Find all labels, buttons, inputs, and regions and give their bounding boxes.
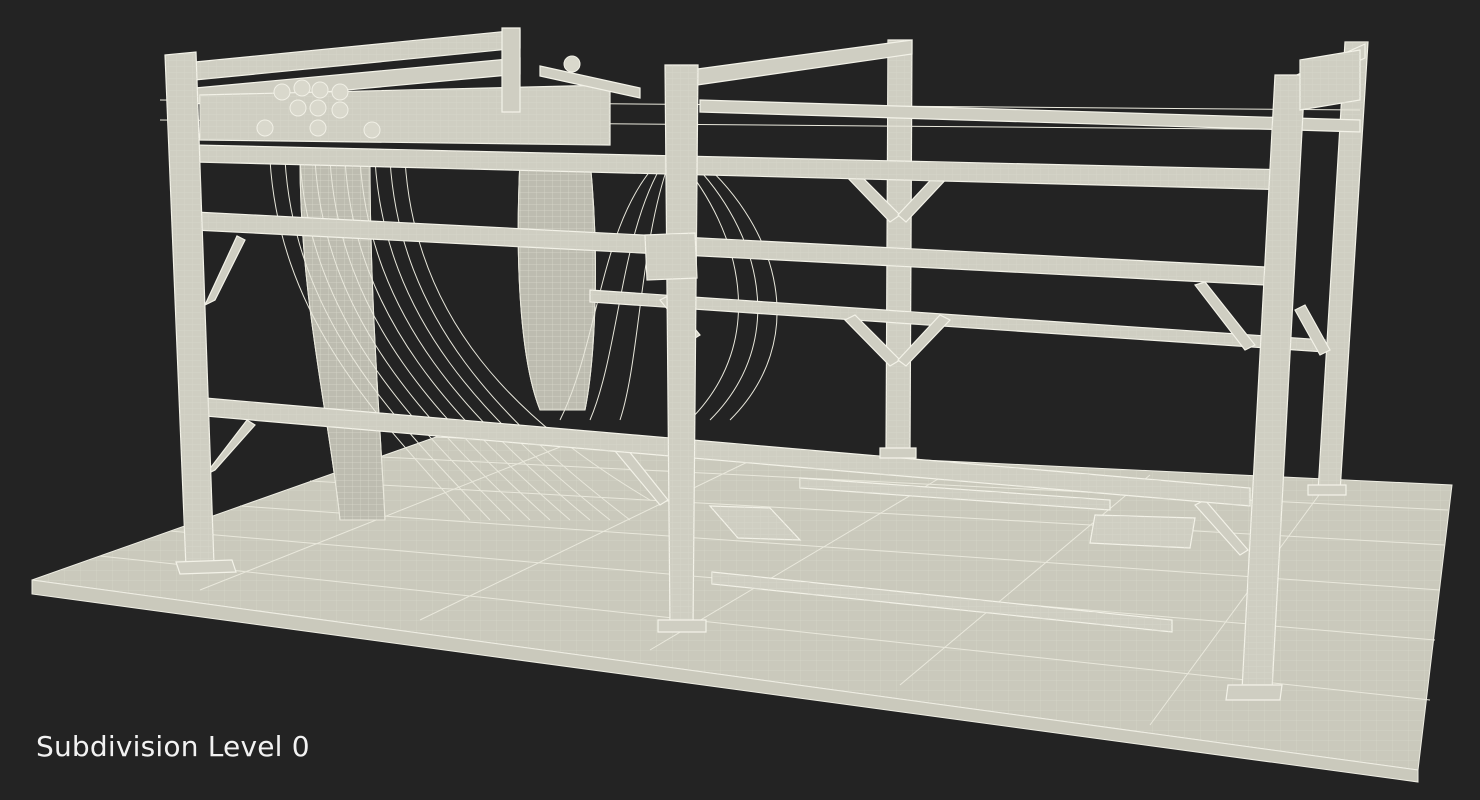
frame-post-back-center: [885, 39, 913, 453]
viewport-canvas[interactable]: [0, 0, 1480, 800]
floor-bracket-cluster: [1089, 514, 1196, 549]
junction-box: [644, 232, 698, 281]
subdivision-level-label: Subdivision Level 0: [36, 730, 310, 763]
frame-beam-middle-back: [589, 99, 1361, 353]
